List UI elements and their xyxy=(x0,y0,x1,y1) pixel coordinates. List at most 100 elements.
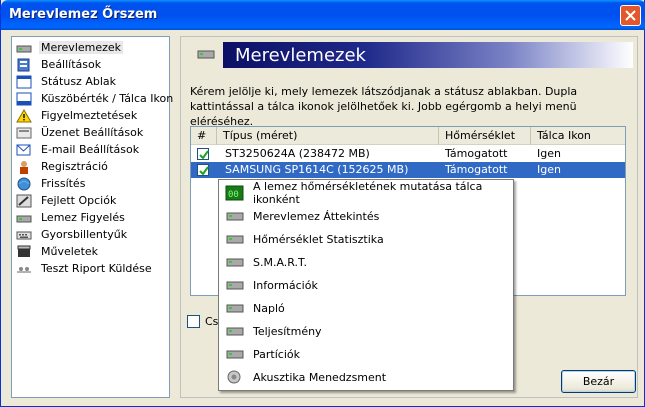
sidebar-item-label: Regisztráció xyxy=(41,160,108,173)
checkmark-icon xyxy=(199,166,209,176)
row-temperature: Támogatott xyxy=(445,147,508,160)
row-checkbox[interactable] xyxy=(197,164,209,176)
menu-item-info[interactable]: Információk xyxy=(219,274,513,296)
sidebar-item-regisztracio[interactable]: Regisztráció xyxy=(12,158,169,175)
sidebar-item-beallitasok[interactable]: Beállítások xyxy=(12,56,169,73)
row-tray-icon: Igen xyxy=(537,163,561,176)
partitions-icon xyxy=(225,346,245,362)
sidebar-item-fejlett-opciok[interactable]: Fejlett Opciók xyxy=(12,192,169,209)
advanced-icon xyxy=(16,194,32,208)
sidebar-item-label: Merevlemezek xyxy=(39,41,124,54)
row-tray-icon: Igen xyxy=(537,147,561,160)
sidebar-item-label: Gyorsbillentyűk xyxy=(41,228,128,241)
menu-item-label: Teljesítmény xyxy=(253,324,322,338)
warning-icon xyxy=(16,108,32,123)
close-window-button[interactable] xyxy=(620,5,641,26)
title-bar[interactable]: Merevlemez Őrszem xyxy=(1,0,645,30)
email-icon xyxy=(16,143,32,157)
row-type: SAMSUNG SP1614C (152625 MB) xyxy=(225,163,409,176)
sidebar-item-merevlemezek[interactable]: Merevlemezek xyxy=(12,39,169,56)
tray-temp-icon: 00 xyxy=(225,185,245,201)
threshold-icon xyxy=(16,92,32,106)
menu-item-log[interactable]: Napló xyxy=(219,297,513,319)
report-icon xyxy=(16,262,32,276)
sidebar-item-gyorsbillentyuk[interactable]: Gyorsbillentyűk xyxy=(12,226,169,243)
sidebar-item-label: Figyelmeztetések xyxy=(41,109,138,122)
table-row[interactable]: 1 SAMSUNG SP1614C (152625 MB) Támogatott… xyxy=(191,162,625,178)
log-icon xyxy=(225,300,245,316)
column-header-number[interactable]: # xyxy=(191,127,217,145)
menu-item-temp-stats[interactable]: Hőmérséklet Statisztika xyxy=(219,228,513,250)
row-checkbox[interactable] xyxy=(197,148,209,160)
update-icon xyxy=(16,177,32,191)
sidebar-item-muveletek[interactable]: Műveletek xyxy=(12,243,169,260)
hdd-icon xyxy=(197,49,217,64)
sidebar-item-label: Küszöbérték / Tálca Ikon xyxy=(41,92,174,105)
keyboard-icon xyxy=(16,228,32,242)
menu-item-label: Napló xyxy=(253,301,285,315)
menu-item-tray-temp[interactable]: 00 A lemez hőmérsékletének mutatása tálc… xyxy=(219,180,513,206)
acoustic-icon xyxy=(225,369,245,385)
column-header-tray-icon[interactable]: Tálca Ikon xyxy=(531,127,625,145)
disk-monitor-icon xyxy=(16,211,32,225)
menu-item-label: Akusztika Menedzsment xyxy=(253,370,387,384)
main-window: Merevlemez Őrszem Merevlemezek Beállítás… xyxy=(0,0,645,407)
sidebar-item-label: Státusz Ablak xyxy=(41,75,116,88)
sidebar-item-frissites[interactable]: Frissítés xyxy=(12,175,169,192)
row-temperature: Támogatott xyxy=(445,163,508,176)
sidebar-item-label: Frissítés xyxy=(41,177,86,190)
sidebar-item-label: Beállítások xyxy=(41,58,102,71)
table-row[interactable]: 0 ST3250624A (238472 MB) Támogatott Igen xyxy=(191,146,625,162)
menu-item-label: Partíciók xyxy=(253,347,300,361)
menu-item-label: Merevlemez Áttekintés xyxy=(253,209,380,223)
page-header: Merevlemezek xyxy=(193,42,633,68)
menu-item-partitions[interactable]: Partíciók xyxy=(219,343,513,365)
menu-item-hdd-overview[interactable]: Merevlemez Áttekintés xyxy=(219,205,513,227)
svg-text:00: 00 xyxy=(228,190,239,200)
context-menu: 00 A lemez hőmérsékletének mutatása tálc… xyxy=(218,179,514,391)
hdd-icon xyxy=(16,41,32,55)
sidebar-item-lemez-figyeles[interactable]: Lemez Figyelés xyxy=(12,209,169,226)
sidebar-item-label: Teszt Riport Küldése xyxy=(41,262,152,275)
list-header: # Típus (méret) Hőmérséklet Tálca Ikon xyxy=(191,127,625,145)
column-header-type[interactable]: Típus (méret) xyxy=(217,127,439,145)
sidebar-item-statusz-ablak[interactable]: Státusz Ablak xyxy=(12,73,169,90)
close-button[interactable]: Bezár xyxy=(561,370,636,393)
checkbox[interactable] xyxy=(187,315,200,328)
sidebar-item-label: Üzenet Beállítások xyxy=(41,126,144,139)
header-banner: Merevlemezek xyxy=(223,42,633,68)
sidebar: Merevlemezek Beállítások Státusz Ablak K… xyxy=(11,36,173,398)
menu-item-smart[interactable]: S.M.A.R.T. xyxy=(219,251,513,273)
smart-icon xyxy=(225,254,245,270)
description-text: Kérem jelölje ki, mely lemezek látszódja… xyxy=(190,85,578,128)
window-title: Merevlemez Őrszem xyxy=(9,7,158,22)
menu-item-label: Hőmérséklet Statisztika xyxy=(253,232,384,246)
actions-icon xyxy=(16,245,32,259)
message-icon xyxy=(16,126,32,140)
column-header-temperature[interactable]: Hőmérséklet xyxy=(439,127,531,145)
sidebar-item-label: Lemez Figyelés xyxy=(41,211,125,224)
sidebar-item-email-beallitasok[interactable]: E-mail Beállítások xyxy=(12,141,169,158)
sidebar-item-teszt-riport[interactable]: Teszt Riport Küldése xyxy=(12,260,169,277)
row-type: ST3250624A (238472 MB) xyxy=(225,147,370,160)
registration-icon xyxy=(16,160,32,174)
page-title: Merevlemezek xyxy=(235,45,366,66)
menu-item-label: A lemez hőmérsékletének mutatása tálca i… xyxy=(253,180,483,206)
sidebar-item-label: E-mail Beállítások xyxy=(41,143,140,156)
sidebar-item-kuszobertek[interactable]: Küszöbérték / Tálca Ikon xyxy=(12,90,173,107)
sidebar-item-uzenet-beallitasok[interactable]: Üzenet Beállítások xyxy=(12,124,169,141)
menu-item-acoustic[interactable]: Akusztika Menedzsment xyxy=(219,366,513,388)
menu-item-performance[interactable]: Teljesítmény xyxy=(219,320,513,342)
sidebar-item-label: Műveletek xyxy=(41,245,99,258)
sidebar-item-label: Fejlett Opciók xyxy=(41,194,117,207)
menu-item-label: S.M.A.R.T. xyxy=(253,255,307,269)
close-icon xyxy=(625,10,636,21)
window-icon xyxy=(16,75,32,89)
hdd-overview-icon xyxy=(225,208,245,224)
performance-icon xyxy=(225,323,245,339)
sidebar-item-figyelmeztetesek[interactable]: Figyelmeztetések xyxy=(12,107,169,124)
settings-icon xyxy=(16,58,32,72)
menu-item-label: Információk xyxy=(253,278,318,292)
checkmark-icon xyxy=(199,150,209,160)
temp-stats-icon xyxy=(225,231,245,247)
